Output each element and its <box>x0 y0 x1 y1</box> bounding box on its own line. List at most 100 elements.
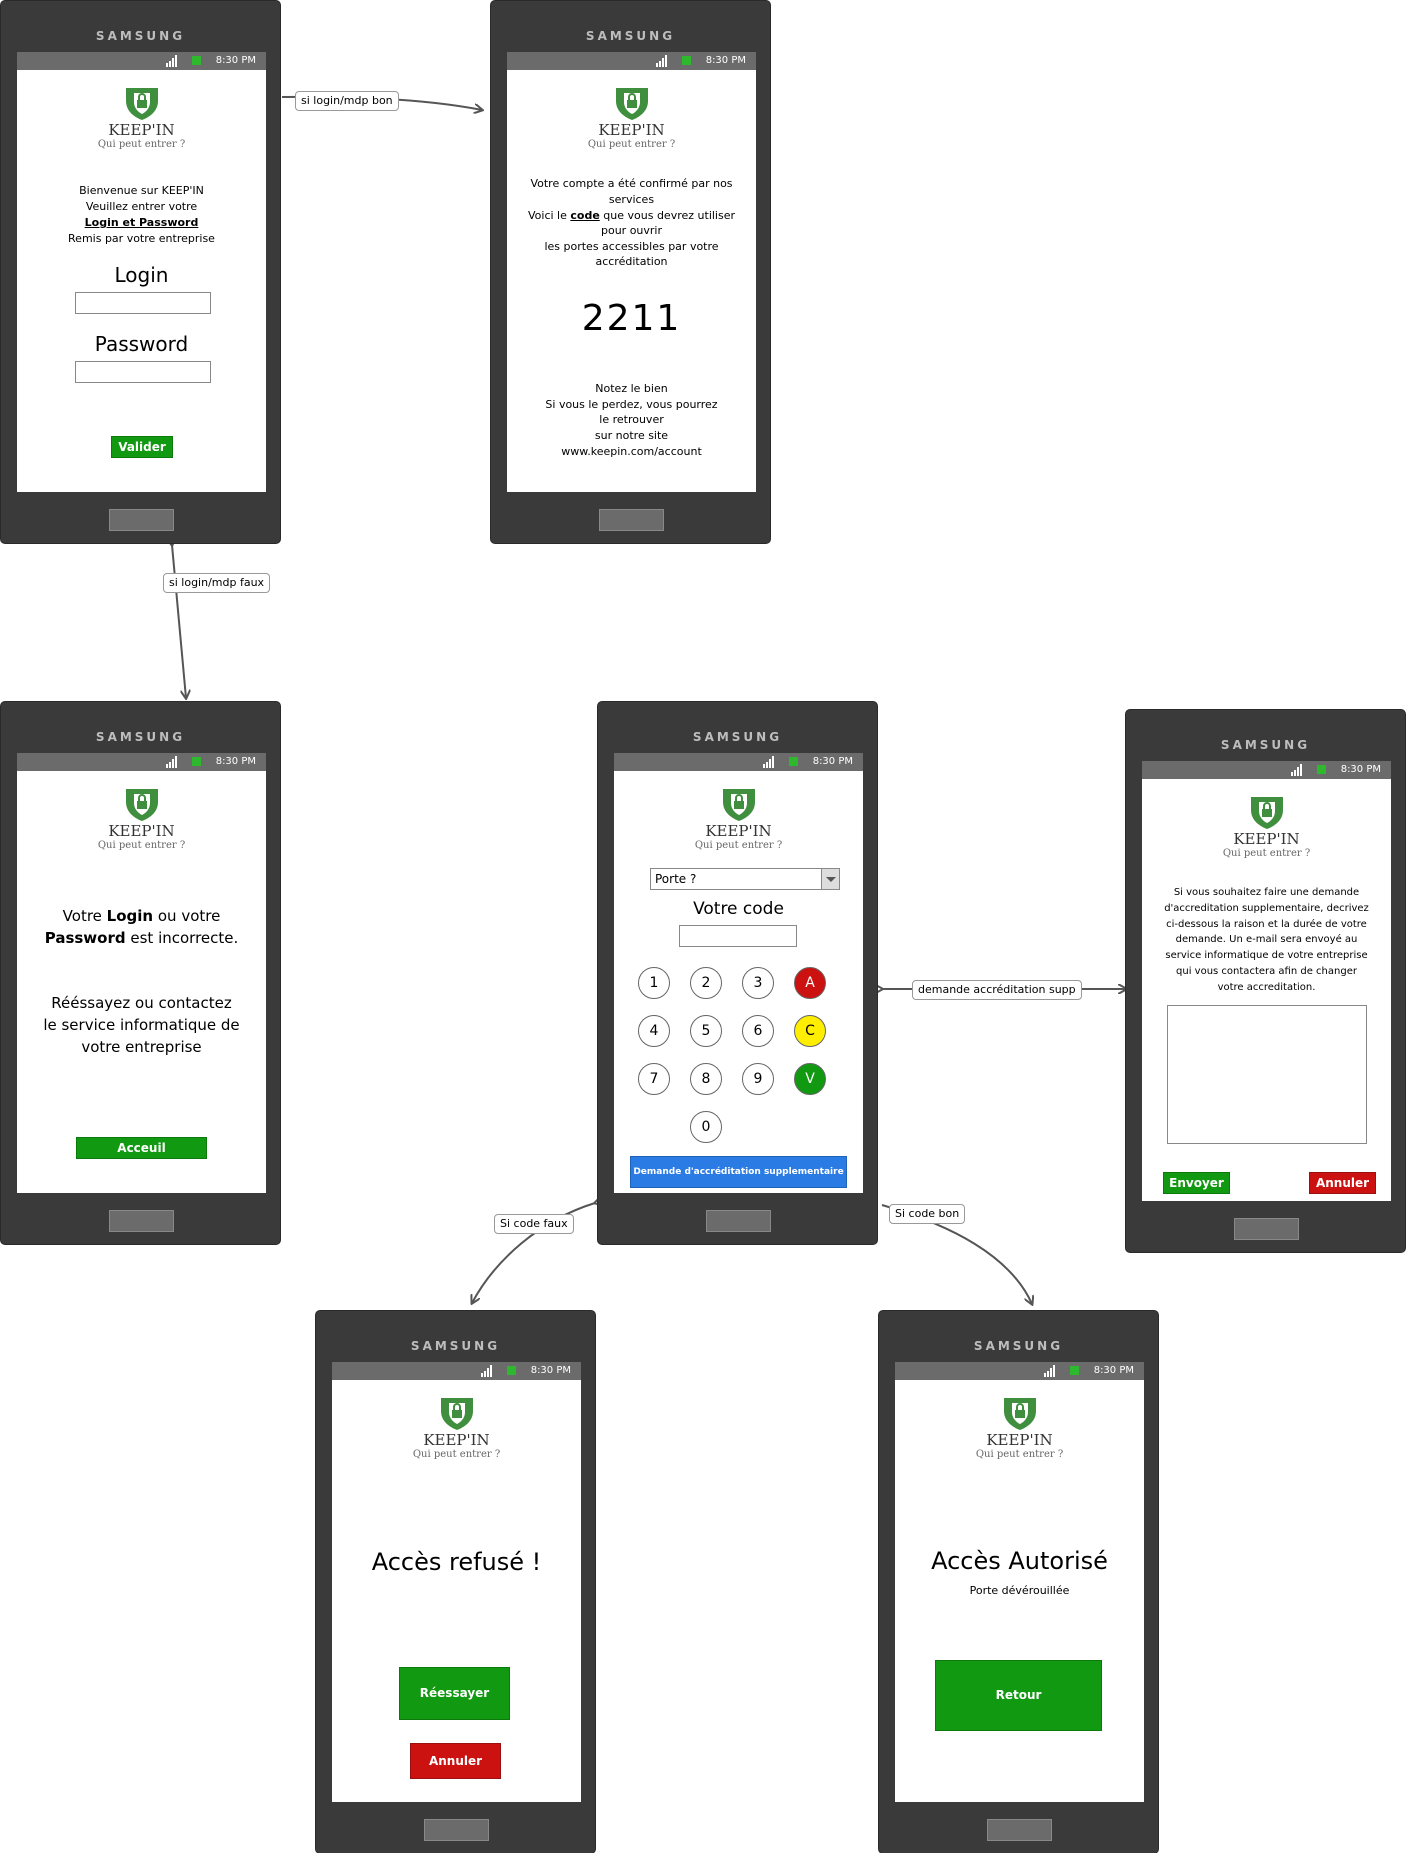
signal-icon <box>166 55 177 67</box>
shield-lock-icon <box>440 1398 473 1430</box>
label-extra-request: demande accréditation supp <box>912 980 1082 1000</box>
arrow-login-bad <box>172 545 186 698</box>
send-button[interactable]: Envoyer <box>1163 1172 1230 1194</box>
home-button[interactable] <box>1234 1218 1299 1240</box>
confirm-line-3: Voici le code que vous devrez utiliser <box>527 209 736 222</box>
status-bar: 8:30 PM <box>1142 761 1391 779</box>
status-bar: 8:30 PM <box>17 52 266 70</box>
app-logo: KEEP'IN Qui peut entrer ? <box>17 786 266 852</box>
request-accreditation-button[interactable]: Demande d'accréditation supplementaire <box>630 1156 847 1188</box>
retry-line-2: le service informatique de <box>43 1016 240 1034</box>
key-6[interactable]: 6 <box>742 1015 774 1047</box>
cancel-button[interactable]: Annuler <box>410 1743 501 1779</box>
phone-login: SAMSUNG 8:30 PM KEEP'IN Qui peut entrer … <box>0 0 281 544</box>
app-name: KEEP'IN <box>705 822 772 840</box>
app-name: KEEP'IN <box>598 121 665 139</box>
note-line-5: www.keepin.com/account <box>561 445 702 458</box>
key-2[interactable]: 2 <box>690 967 722 999</box>
request-text: Si vous souhaitez faire une demande d'ac… <box>1164 887 1369 993</box>
retry-button[interactable]: Réessayer <box>399 1667 510 1720</box>
device-brand: SAMSUNG <box>1220 738 1311 752</box>
device-brand: SAMSUNG <box>973 1339 1064 1353</box>
app-logo: KEEP'IN Qui peut entrer ? <box>895 1395 1144 1461</box>
back-button[interactable]: Retour <box>935 1660 1102 1731</box>
status-time: 8:30 PM <box>1093 1365 1134 1376</box>
home-button[interactable] <box>599 509 664 531</box>
login-input[interactable] <box>75 292 211 314</box>
confirm-line-1: Votre compte a été confirmé par nos <box>530 177 733 190</box>
home-button[interactable] <box>987 1819 1052 1841</box>
confirm-line-2: services <box>608 193 655 206</box>
submit-button[interactable]: Valider <box>111 436 173 458</box>
shield-lock-icon <box>125 88 158 120</box>
home-nav-button[interactable]: Acceuil <box>76 1137 207 1159</box>
cancel-button[interactable]: Annuler <box>1309 1172 1376 1194</box>
key-4[interactable]: 4 <box>638 1015 670 1047</box>
confirm-line-4: pour ouvrir <box>600 224 662 237</box>
signal-icon <box>166 756 177 768</box>
key-3[interactable]: 3 <box>742 967 774 999</box>
app-logo: KEEP'IN Qui peut entrer ? <box>17 85 266 151</box>
label-login-bad: si login/mdp faux <box>163 573 271 593</box>
retry-line-1: Rééssayez ou contactez <box>51 994 232 1012</box>
battery-icon <box>1317 765 1326 774</box>
label-code-bad: Si code faux <box>494 1214 574 1234</box>
device-brand: SAMSUNG <box>692 730 783 744</box>
phone-denied: SAMSUNG 8:30 PM KEEP'IN Qui peut entrer … <box>315 1310 596 1853</box>
status-time: 8:30 PM <box>812 756 853 767</box>
key-8[interactable]: 8 <box>690 1063 722 1095</box>
phone-keypad: SAMSUNG 8:30 PM KEEP'IN Qui peut entrer … <box>597 701 878 1245</box>
home-button[interactable] <box>109 509 174 531</box>
signal-icon <box>1044 1365 1055 1377</box>
screen-keypad: KEEP'IN Qui peut entrer ? Porte ? Votre … <box>614 771 863 1193</box>
note-line-4: sur notre site <box>594 429 669 442</box>
device-brand: SAMSUNG <box>95 730 186 744</box>
password-label: Password <box>94 332 189 356</box>
status-bar: 8:30 PM <box>17 753 266 771</box>
chevron-down-icon[interactable] <box>821 869 839 889</box>
door-select-value: Porte ? <box>655 872 697 886</box>
screen-login: KEEP'IN Qui peut entrer ? Bienvenue sur … <box>17 70 266 492</box>
app-tagline: Qui peut entrer ? <box>1222 848 1311 859</box>
key-v[interactable]: V <box>794 1063 826 1095</box>
battery-icon <box>1070 1366 1079 1375</box>
status-time: 8:30 PM <box>1340 764 1381 775</box>
battery-icon <box>507 1366 516 1375</box>
request-textarea[interactable] <box>1167 1005 1367 1144</box>
access-code: 2211 <box>581 298 682 339</box>
key-9[interactable]: 9 <box>742 1063 774 1095</box>
battery-icon <box>192 56 201 65</box>
phone-confirm: SAMSUNG 8:30 PM KEEP'IN Qui peut entrer … <box>490 0 771 544</box>
door-select[interactable]: Porte ? <box>650 868 840 890</box>
welcome-line-4: Remis par votre entreprise <box>68 232 215 245</box>
key-1[interactable]: 1 <box>638 967 670 999</box>
app-name: KEEP'IN <box>108 822 175 840</box>
key-5[interactable]: 5 <box>690 1015 722 1047</box>
status-bar: 8:30 PM <box>614 753 863 771</box>
welcome-line-2: Veuillez entrer votre <box>85 200 198 213</box>
welcome-line-3: Login et Password <box>84 216 199 229</box>
status-time: 8:30 PM <box>705 55 746 66</box>
code-input[interactable] <box>679 925 797 947</box>
key-7[interactable]: 7 <box>638 1063 670 1095</box>
note-line-1: Notez le bien <box>595 382 668 395</box>
key-c[interactable]: C <box>794 1015 826 1047</box>
note-line-2: Si vous le perdez, vous pourrez <box>545 398 718 411</box>
screen-denied: KEEP'IN Qui peut entrer ? Accès refusé !… <box>332 1380 581 1802</box>
app-name: KEEP'IN <box>108 121 175 139</box>
shield-lock-icon <box>722 789 755 821</box>
key-a[interactable]: A <box>794 967 826 999</box>
app-logo: KEEP'IN Qui peut entrer ? <box>332 1395 581 1461</box>
screen-confirm: KEEP'IN Qui peut entrer ? Votre compte a… <box>507 70 756 492</box>
granted-subtitle: Porte dévérouillée <box>969 1584 1070 1597</box>
status-time: 8:30 PM <box>215 756 256 767</box>
password-input[interactable] <box>75 361 211 383</box>
label-login-ok: si login/mdp bon <box>295 91 399 111</box>
app-tagline: Qui peut entrer ? <box>975 1449 1064 1460</box>
home-button[interactable] <box>424 1819 489 1841</box>
shield-lock-icon <box>1003 1398 1036 1430</box>
device-brand: SAMSUNG <box>95 29 186 43</box>
home-button[interactable] <box>706 1210 771 1232</box>
key-0[interactable]: 0 <box>690 1111 722 1143</box>
home-button[interactable] <box>109 1210 174 1232</box>
